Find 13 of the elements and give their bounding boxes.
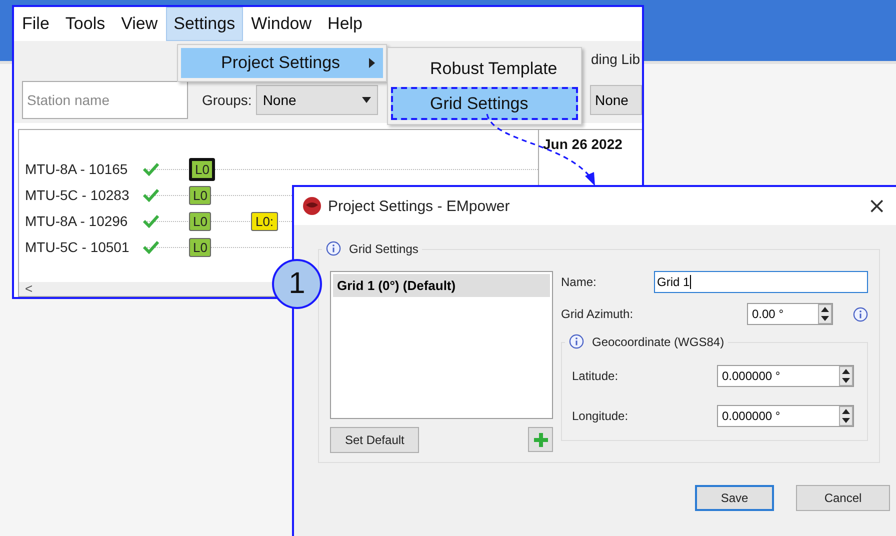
grid-azimuth-label: Grid Azimuth: (561, 307, 634, 321)
name-label: Name: (561, 275, 598, 289)
groups-label: Groups: (202, 92, 252, 108)
station-name: MTU-5C - 10501 (25, 239, 130, 255)
date-header: Jun 26 2022 (543, 136, 622, 152)
coordinate-label: Longitude: (572, 409, 630, 423)
station-name: MTU-8A - 10296 (25, 213, 129, 229)
group-title: Grid Settings (349, 242, 418, 256)
station-name: MTU-5C - 10283 (25, 187, 130, 203)
group-title: Geocoordinate (WGS84) (592, 334, 724, 348)
coordinate-label: Latitude: (572, 369, 620, 383)
station-name: MTU-8A - 10165 (25, 161, 129, 177)
dialog-title: Project Settings - EMpower (328, 198, 511, 214)
